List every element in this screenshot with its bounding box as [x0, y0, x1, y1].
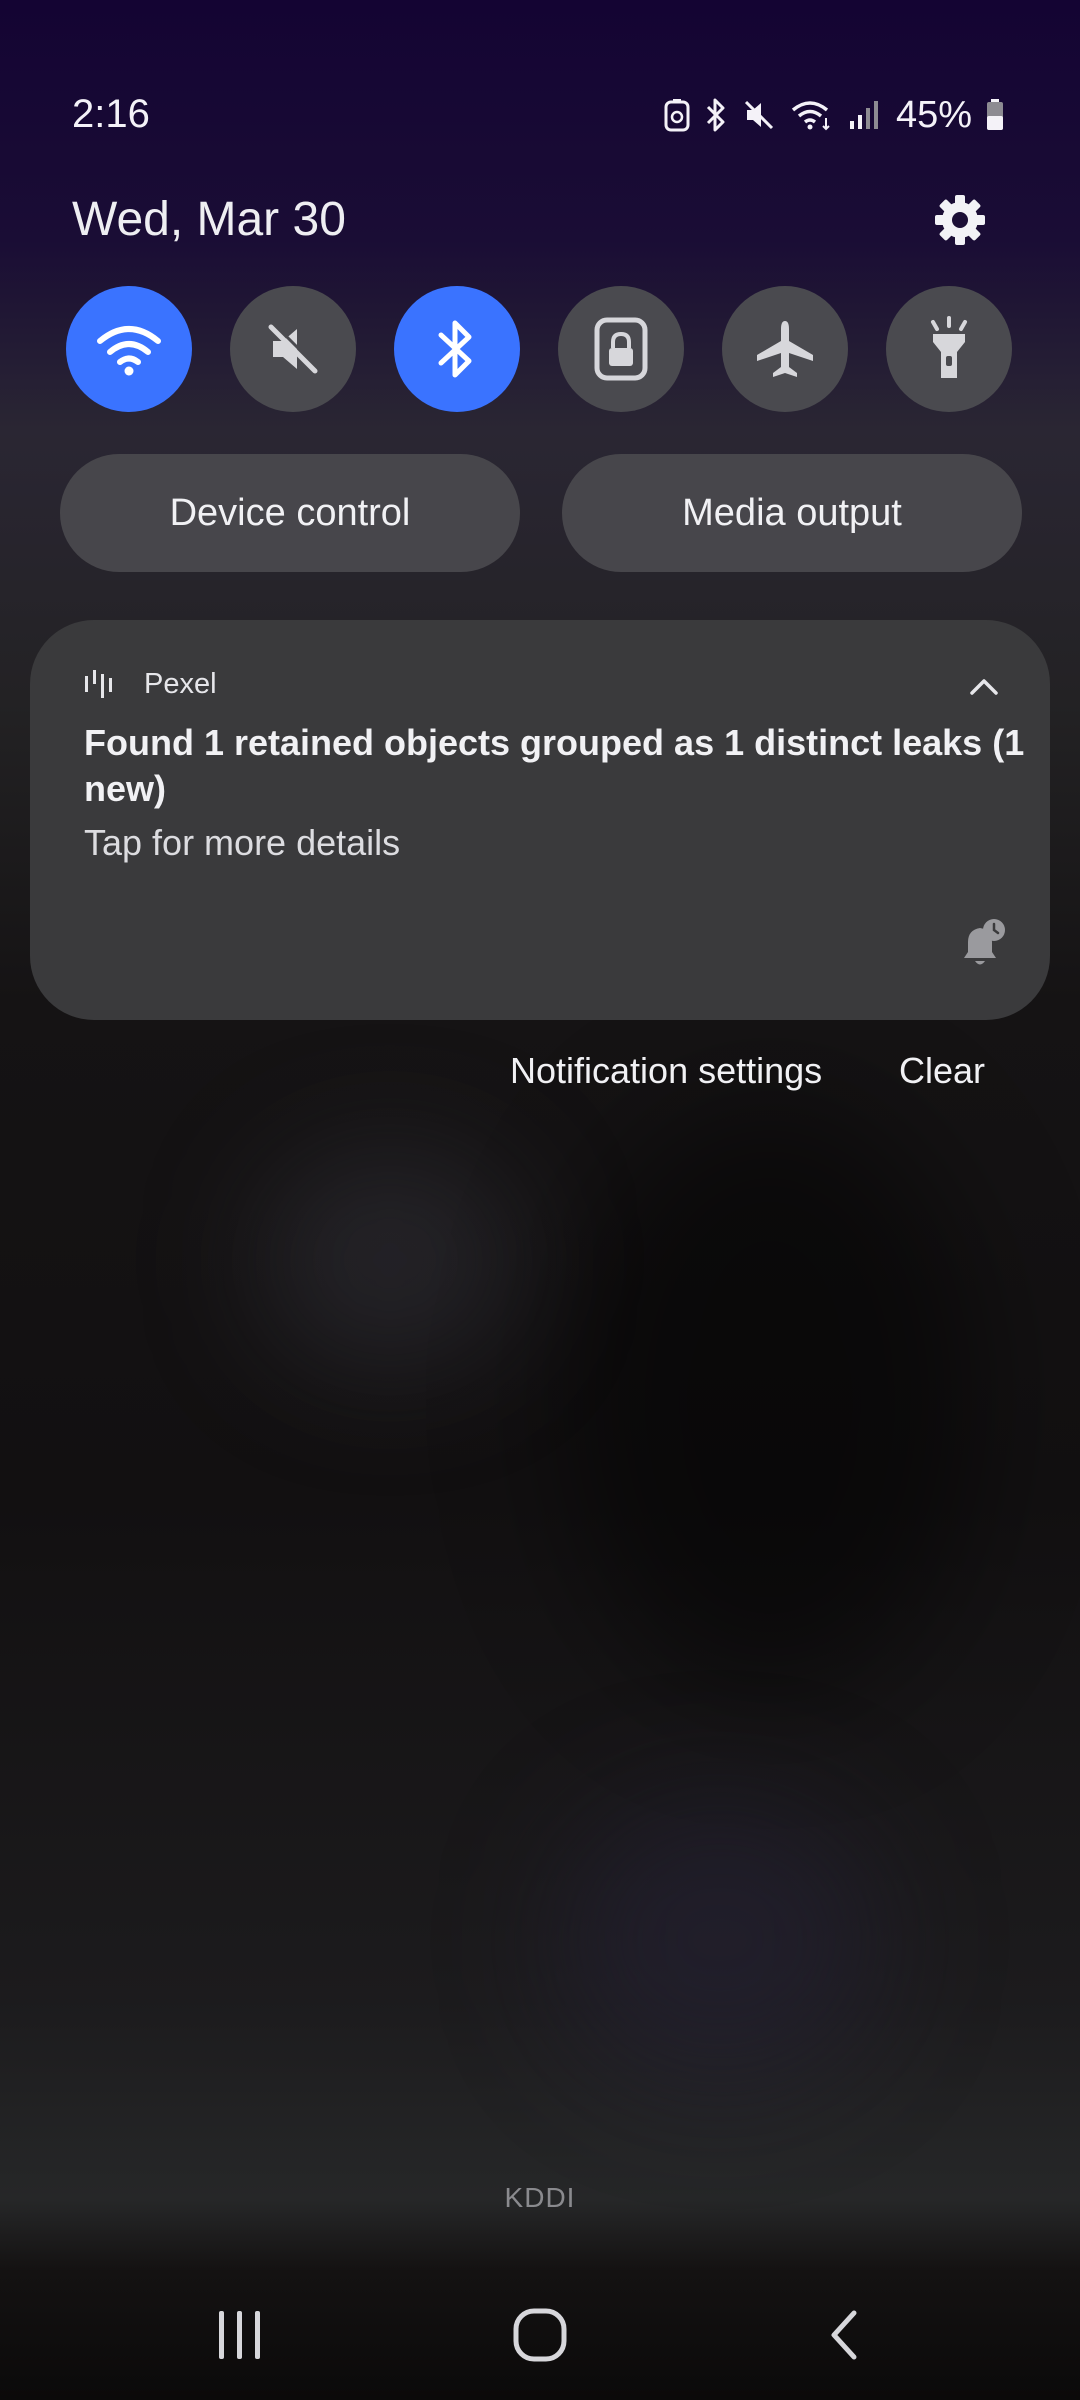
media-output-button[interactable]: Media output: [562, 454, 1022, 572]
airplane-icon: [757, 321, 813, 377]
navigation-bar: [0, 2270, 1080, 2400]
wifi-icon: [97, 326, 161, 376]
carrier-label: KDDI: [504, 2182, 576, 2213]
toggle-wifi[interactable]: [66, 286, 192, 412]
recycle-notification-icon: [664, 99, 690, 132]
bluetooth-icon: [438, 320, 472, 378]
snooze-button[interactable]: [954, 916, 1010, 972]
chevron-up-icon: [970, 679, 998, 695]
recents-icon: [219, 2311, 260, 2359]
lock-icon: [594, 317, 648, 381]
signal-icon: [849, 101, 878, 129]
back-icon: [831, 2310, 857, 2360]
mute-icon: [744, 100, 773, 130]
gear-icon: [935, 195, 985, 245]
toggle-screen-rotation-lock[interactable]: [558, 286, 684, 412]
quick-toggles: [66, 286, 1012, 412]
notification-app-row: Pexel: [84, 664, 217, 704]
back-button[interactable]: [784, 2270, 904, 2400]
bluetooth-icon: [706, 98, 725, 132]
notification-card[interactable]: Pexel Found 1 retained objects grouped a…: [30, 620, 1050, 1020]
bell-snooze-icon: [964, 919, 1005, 965]
battery-percent: 45%: [895, 93, 972, 136]
flashlight-icon: [931, 316, 967, 378]
notification-app-name: Pexel: [144, 667, 217, 700]
toggle-bluetooth[interactable]: [394, 286, 520, 412]
notification-settings-button[interactable]: Notification settings: [510, 1050, 822, 1092]
collapse-button[interactable]: [964, 666, 1004, 706]
home-button[interactable]: [480, 2270, 600, 2400]
toggle-sound[interactable]: [230, 286, 356, 412]
notification-body: Tap for more details: [84, 822, 401, 863]
clear-button[interactable]: Clear: [899, 1050, 985, 1092]
toggle-flashlight[interactable]: [886, 286, 1012, 412]
status-icons: 45%: [664, 92, 1004, 138]
device-control-button[interactable]: Device control: [60, 454, 520, 572]
app-waveform-icon: [85, 670, 112, 698]
panel-date: Wed, Mar 30: [72, 193, 346, 246]
toggle-airplane-mode[interactable]: [722, 286, 848, 412]
notification-title: Found 1 retained objects grouped as 1 di…: [84, 722, 1025, 809]
settings-button[interactable]: [930, 190, 990, 250]
status-time: 2:16: [72, 92, 150, 136]
mute-icon: [268, 323, 321, 374]
battery-icon: [987, 99, 1003, 130]
home-icon: [513, 2308, 567, 2362]
recent-apps-button[interactable]: [180, 2270, 300, 2400]
wifi-icon: [791, 101, 830, 131]
